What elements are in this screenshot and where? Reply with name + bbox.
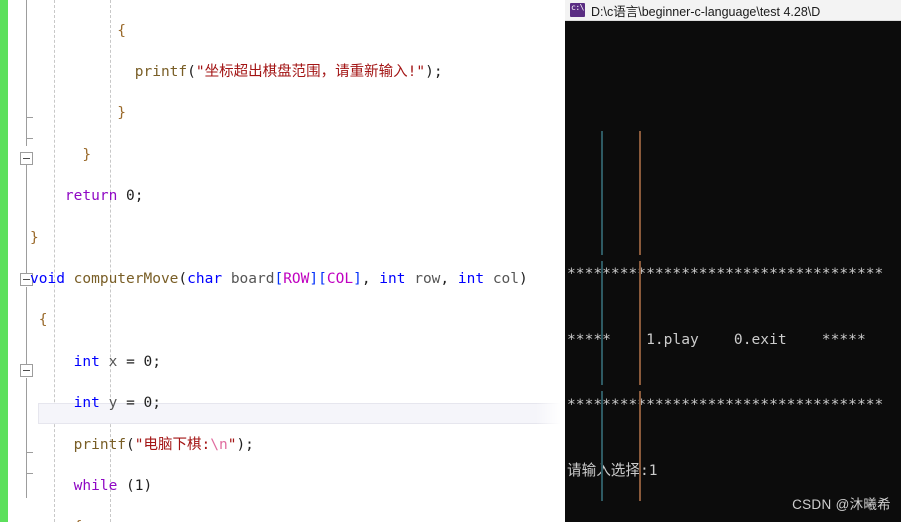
code-line[interactable]: int x = 0; xyxy=(30,352,570,373)
board-vertical-bar xyxy=(639,261,641,385)
board-vertical-bar xyxy=(639,391,641,501)
console-line: 请输入选择:1 xyxy=(567,462,658,480)
console-line: ***** 1.play 0.exit ***** xyxy=(567,330,866,348)
outline-vertical-line xyxy=(26,165,27,280)
console-window[interactable]: D:\c语言\beginner-c-language\test 4.28\D *… xyxy=(565,0,901,522)
outline-vertical-line xyxy=(26,287,27,370)
code-line[interactable]: int y = 0; xyxy=(30,393,570,414)
board-vertical-bar xyxy=(601,131,603,255)
code-line[interactable]: void computerMove(char board[ROW][COL], … xyxy=(30,269,570,290)
console-line: ************************************ xyxy=(567,396,884,414)
code-line[interactable]: { xyxy=(30,310,570,331)
code-line[interactable]: } xyxy=(30,145,570,166)
code-text[interactable]: { printf("坐标超出棋盘范围，请重新输入!"); } } return … xyxy=(30,0,570,522)
code-line[interactable]: printf("坐标超出棋盘范围，请重新输入!"); xyxy=(30,62,570,83)
console-title-text: D:\c语言\beginner-c-language\test 4.28\D xyxy=(591,4,821,19)
csdn-watermark: CSDN @沐曦希 xyxy=(792,497,891,513)
code-editor-pane[interactable]: { printf("坐标超出棋盘范围，请重新输入!"); } } return … xyxy=(0,0,570,522)
cmd-console-icon xyxy=(570,3,585,17)
board-vertical-bar xyxy=(601,391,603,501)
code-line[interactable]: } xyxy=(30,103,570,124)
code-line[interactable]: return 0; xyxy=(30,186,570,207)
console-titlebar[interactable]: D:\c语言\beginner-c-language\test 4.28\D xyxy=(565,0,901,21)
code-line[interactable]: while (1) xyxy=(30,476,570,497)
code-line[interactable]: { xyxy=(30,21,570,42)
change-tracking-stripe xyxy=(0,0,8,522)
outlining-gutter[interactable] xyxy=(8,0,33,522)
console-output[interactable]: ************************************ ***… xyxy=(565,21,901,522)
outline-vertical-line xyxy=(26,0,27,146)
board-vertical-bar xyxy=(639,131,641,255)
console-line: ************************************ xyxy=(567,264,884,282)
screenshot-root: { printf("坐标超出棋盘范围，请重新输入!"); } } return … xyxy=(0,0,901,522)
code-line[interactable]: { xyxy=(30,517,570,522)
code-line[interactable]: printf("电脑下棋:\n"); xyxy=(30,435,570,456)
code-line[interactable]: } xyxy=(30,228,570,249)
outline-vertical-line xyxy=(26,378,27,498)
board-vertical-bar xyxy=(601,261,603,385)
